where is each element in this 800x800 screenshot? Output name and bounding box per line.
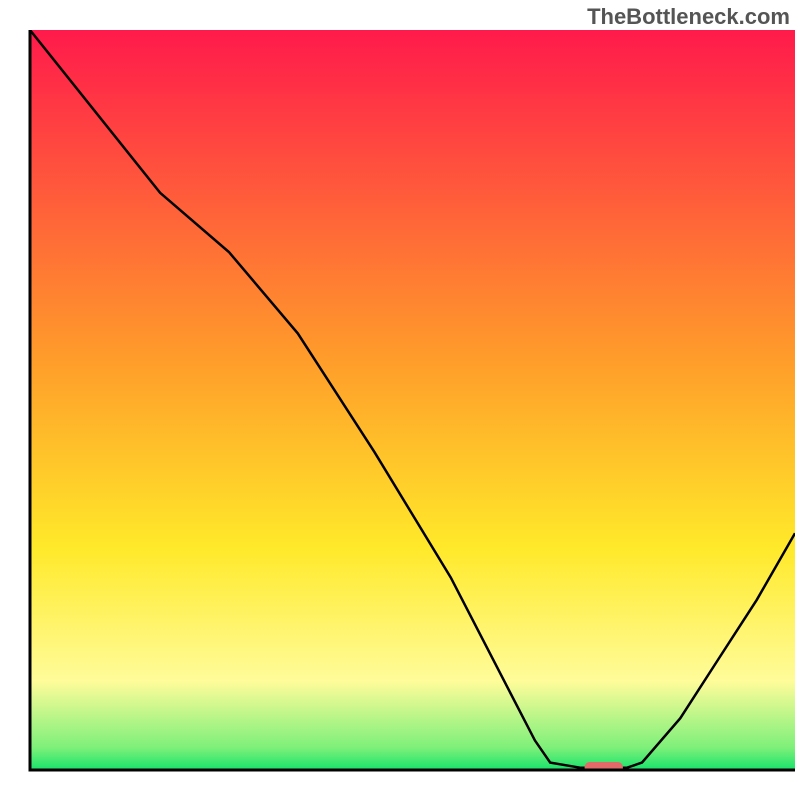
watermark-text: TheBottleneck.com bbox=[587, 4, 790, 30]
bottleneck-chart bbox=[0, 0, 800, 800]
chart-container: TheBottleneck.com bbox=[0, 0, 800, 800]
gradient-background bbox=[30, 30, 795, 770]
